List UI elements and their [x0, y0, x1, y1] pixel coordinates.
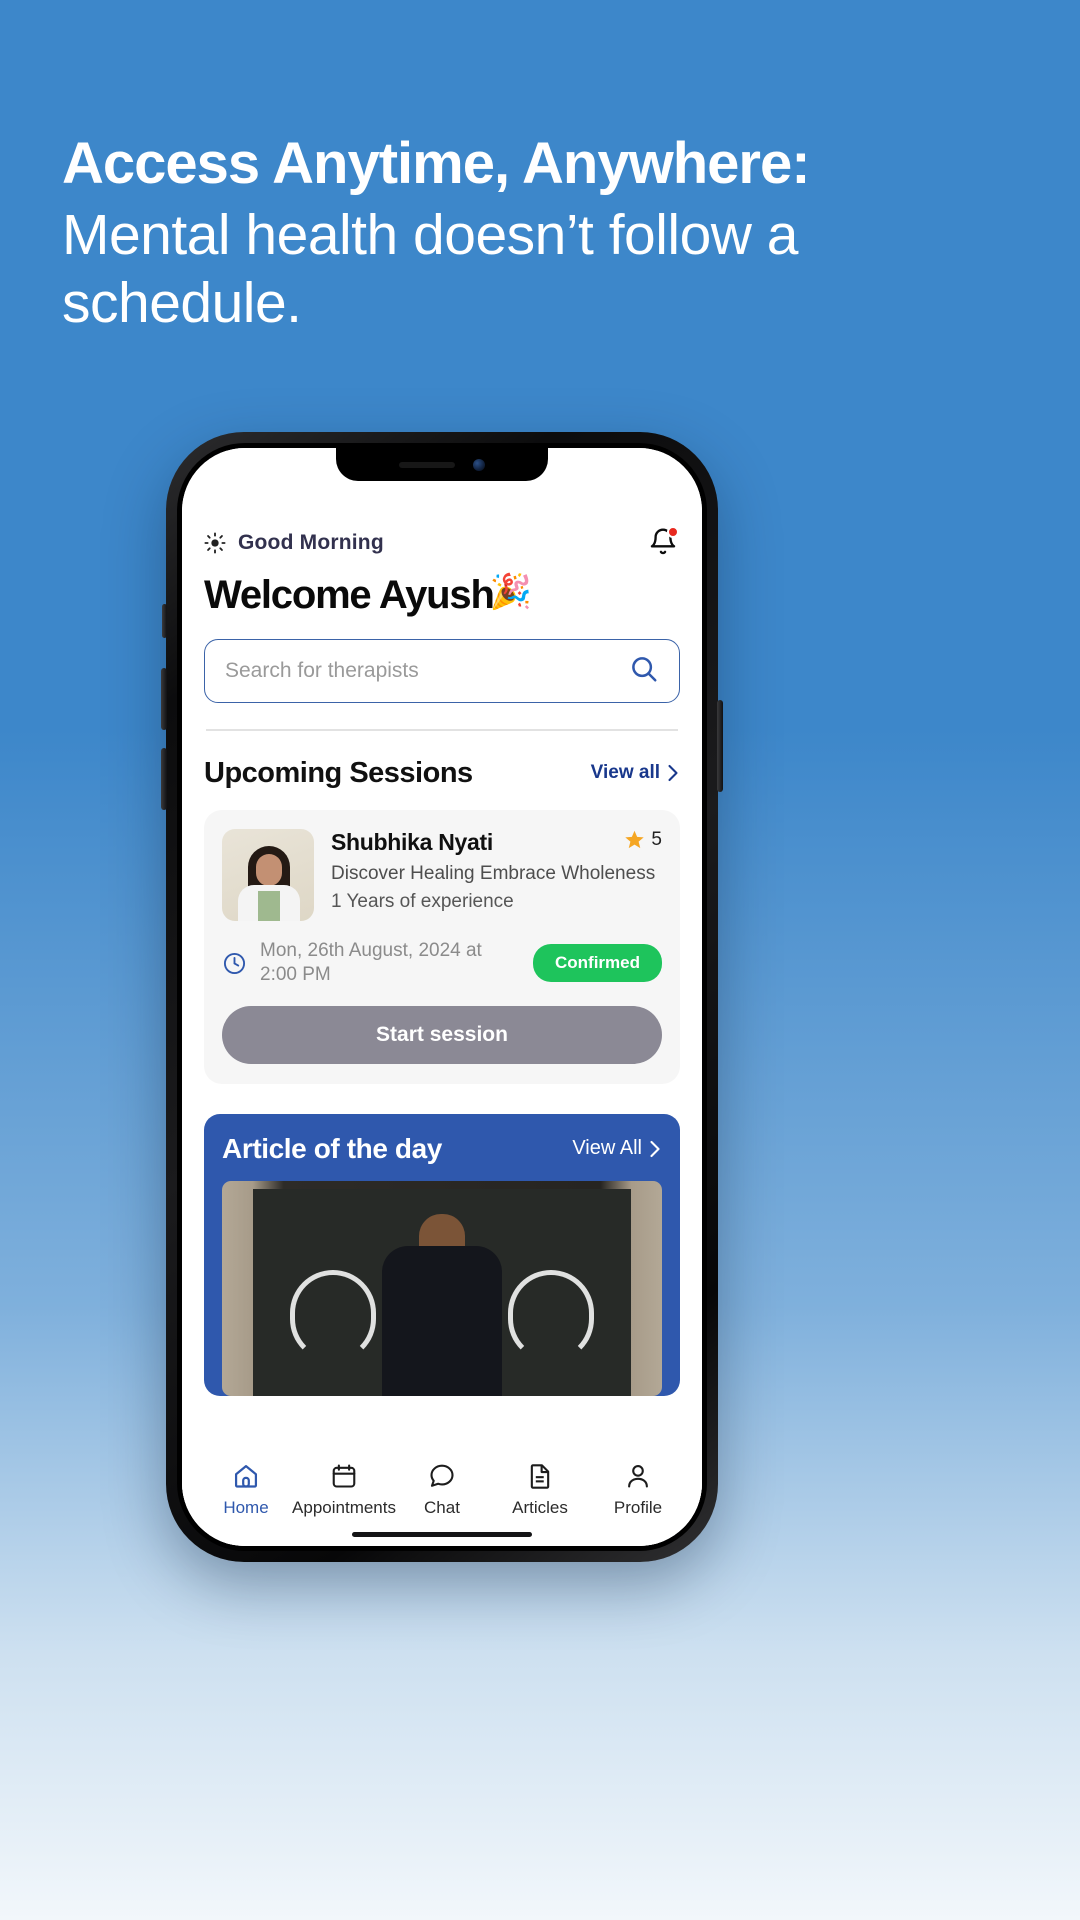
app-scroll-area[interactable]: Good Morning Welcome Ayush 🎉 Search for …: [182, 448, 702, 1450]
nav-label-chat: Chat: [424, 1498, 460, 1517]
upcoming-sessions-title: Upcoming Sessions: [204, 756, 473, 789]
phone-screen: Good Morning Welcome Ayush 🎉 Search for …: [182, 448, 702, 1546]
article-image: [222, 1180, 662, 1396]
start-session-button[interactable]: Start session: [222, 1005, 662, 1064]
earpiece-speaker: [399, 461, 455, 468]
nav-label-appointments: Appointments: [292, 1498, 396, 1517]
phone-bezel: Good Morning Welcome Ayush 🎉 Search for …: [177, 443, 707, 1551]
session-datetime: Mon, 26th August, 2024 at 2:00 PM: [260, 939, 482, 986]
session-schedule-row: Mon, 26th August, 2024 at 2:00 PM Confir…: [222, 939, 662, 988]
marketing-banner: Access Anytime, Anywhere: Mental health …: [62, 130, 1022, 337]
volume-up-button[interactable]: [161, 668, 167, 730]
calendar-icon: [332, 1464, 356, 1488]
nav-label-profile: Profile: [613, 1498, 663, 1517]
sun-icon: [204, 532, 226, 554]
banner-subline: Mental health doesn’t follow a schedule.: [62, 203, 798, 335]
nav-item-home[interactable]: Home: [200, 1462, 292, 1518]
search-bar[interactable]: [204, 639, 680, 703]
therapist-experience: 1 Years of experience: [331, 891, 514, 913]
party-popper-icon: 🎉: [489, 573, 533, 611]
article-title: Article of the day: [222, 1132, 442, 1164]
greeting-row: Good Morning: [204, 526, 680, 560]
article-header: Article of the day View All: [222, 1133, 662, 1165]
greeting-label: Good Morning: [238, 531, 384, 554]
nav-item-chat[interactable]: Chat: [396, 1462, 488, 1518]
upcoming-view-all-link[interactable]: View all: [591, 762, 680, 784]
section-divider: [206, 729, 678, 731]
welcome-row: Welcome Ayush 🎉: [204, 572, 680, 615]
article-view-all-link[interactable]: View All: [572, 1137, 662, 1160]
chevron-right-icon: [650, 1140, 660, 1157]
therapist-name: Shubhika Nyati: [331, 828, 493, 855]
banner-headline: Access Anytime, Anywhere:: [62, 131, 811, 196]
notch: [336, 448, 548, 481]
article-of-the-day-card[interactable]: Article of the day View All: [204, 1113, 680, 1396]
nav-label-articles: Articles: [512, 1498, 568, 1517]
rating-value: 5: [651, 828, 662, 850]
volume-down-button[interactable]: [161, 748, 167, 810]
search-icon[interactable]: [629, 654, 659, 689]
phone-frame: Good Morning Welcome Ayush 🎉 Search for …: [161, 432, 723, 1562]
person-icon: [628, 1465, 648, 1488]
session-top: Shubhika Nyati 5 Discover Healing Embrac…: [222, 828, 662, 921]
article-view-all-label: View All: [572, 1137, 642, 1160]
clock-icon: [223, 952, 246, 974]
phone-mockup: Good Morning Welcome Ayush 🎉 Search for …: [161, 432, 723, 1562]
status-badge: Confirmed: [533, 944, 662, 983]
session-info: Shubhika Nyati 5 Discover Healing Embrac…: [331, 829, 662, 921]
session-name-row: Shubhika Nyati 5: [331, 829, 662, 856]
app-container: Good Morning Welcome Ayush 🎉 Search for …: [182, 448, 702, 1546]
document-icon: [530, 1464, 550, 1489]
chat-icon: [430, 1464, 454, 1487]
rating: 5: [624, 829, 662, 851]
front-camera-icon: [473, 458, 485, 471]
nav-item-appointments[interactable]: Appointments: [292, 1462, 396, 1518]
home-indicator[interactable]: [352, 1532, 532, 1537]
notification-badge-dot: [667, 526, 679, 538]
notification-bell-button[interactable]: [648, 526, 680, 560]
power-button[interactable]: [717, 700, 723, 792]
star-icon: [625, 830, 645, 849]
upcoming-view-all-label: View all: [590, 762, 660, 783]
nav-item-articles[interactable]: Articles: [494, 1462, 586, 1518]
nav-item-profile[interactable]: Profile: [592, 1462, 684, 1518]
therapist-avatar: [222, 828, 314, 921]
session-card[interactable]: Shubhika Nyati 5 Discover Healing Embrac…: [204, 809, 680, 1084]
upcoming-sessions-header: Upcoming Sessions View all: [204, 757, 680, 790]
silent-switch[interactable]: [162, 604, 167, 638]
chevron-right-icon: [668, 764, 678, 782]
greeting-left: Good Morning: [204, 531, 384, 555]
nav-label-home: Home: [223, 1498, 269, 1517]
home-icon: [234, 1464, 258, 1488]
welcome-title: Welcome Ayush: [204, 573, 495, 617]
search-input[interactable]: [225, 659, 629, 683]
therapist-tagline: Discover Healing Embrace Wholeness: [331, 862, 656, 884]
